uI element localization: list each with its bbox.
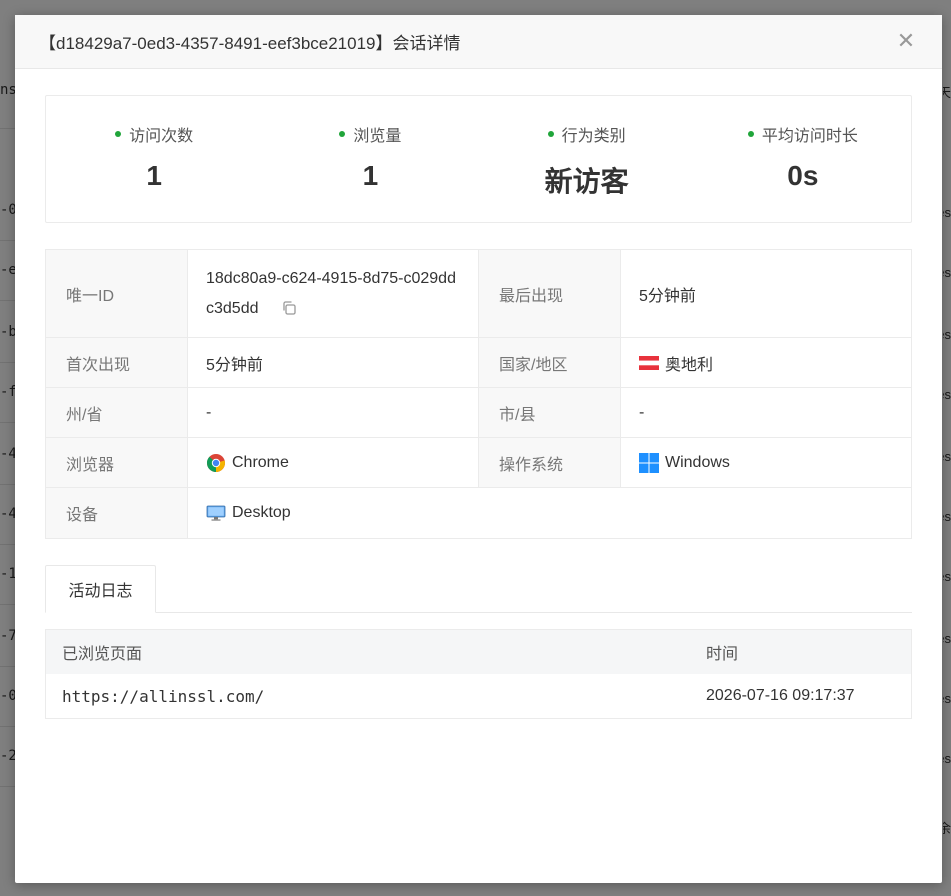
tab-activity-log[interactable]: 活动日志: [45, 565, 156, 613]
info-row: 唯一ID 18dc80a9-c624-4915-8d75-c029ddc3d5d…: [46, 250, 911, 338]
stat-visits: 访问次数 1: [46, 96, 262, 222]
info-row: 首次出现 5分钟前 国家/地区 奥地利: [46, 338, 911, 388]
state-label: 州/省: [46, 388, 188, 437]
header-time: 时间: [706, 646, 739, 663]
session-info-table: 唯一ID 18dc80a9-c624-4915-8d75-c029ddc3d5d…: [45, 249, 912, 539]
last-seen-value: 5分钟前: [639, 287, 696, 305]
info-row: 设备 Desktop: [46, 488, 911, 538]
device-label: 设备: [46, 488, 188, 538]
table-header: 已浏览页面 时间: [46, 630, 911, 674]
stat-label: 行为类别: [561, 128, 626, 145]
stat-value: 1: [146, 160, 162, 191]
info-row: 州/省 - 市/县 -: [46, 388, 911, 438]
info-row: 浏览器 Chrome 操作系统 Windows: [46, 438, 911, 488]
stat-behavior: 行为类别 新访客: [479, 96, 695, 222]
austria-flag-icon: [639, 355, 659, 370]
os-value-cell: Windows: [621, 438, 911, 487]
uid-value-cell: 18dc80a9-c624-4915-8d75-c029ddc3d5dd: [188, 250, 479, 337]
first-seen-label: 首次出现: [46, 338, 188, 387]
copy-icon[interactable]: [281, 300, 297, 316]
country-value-cell: 奥地利: [621, 338, 911, 387]
device-value-cell: Desktop: [188, 488, 911, 538]
green-dot-icon: [339, 131, 346, 137]
device-value: Desktop: [232, 504, 291, 521]
city-label: 市/县: [479, 388, 621, 437]
country-label: 国家/地区: [479, 338, 621, 387]
stat-value: 0s: [787, 160, 819, 191]
stat-value: 1: [362, 160, 379, 191]
stats-panel: 访问次数 1 浏览量 1 行为类别 新访客 平均访问时长 0s: [45, 95, 912, 223]
chrome-icon: [206, 453, 225, 472]
city-value: -: [639, 403, 645, 421]
green-dot-icon: [747, 131, 754, 137]
tab-bar: 活动日志: [45, 565, 912, 613]
green-dot-icon: [547, 131, 554, 137]
stat-pageviews: 浏览量 1: [262, 96, 478, 222]
state-value: -: [188, 388, 479, 437]
browser-label: 浏览器: [46, 438, 188, 487]
uid-label: 唯一ID: [46, 250, 188, 337]
log-time: 2026-07-16 09:17:37: [706, 687, 855, 704]
browser-value: Chrome: [232, 453, 289, 471]
stat-label: 访问次数: [129, 128, 194, 145]
header-page: 已浏览页面: [62, 646, 143, 663]
browser-value-cell: Chrome: [188, 438, 479, 487]
modal-header: 【d18429a7-0ed3-4357-8491-eef3bce21019】会话…: [15, 15, 942, 69]
last-seen-label: 最后出现: [479, 250, 621, 337]
close-icon[interactable]: ✕: [896, 30, 916, 52]
windows-icon: [639, 452, 659, 473]
log-page-url[interactable]: https://allinssl.com/: [46, 687, 690, 706]
modal-body: 访问次数 1 浏览量 1 行为类别 新访客 平均访问时长 0s 唯一ID 18d…: [15, 69, 942, 719]
uid-value: 18dc80a9-c624-4915-8d75-c029ddc3d5dd: [206, 269, 456, 317]
first-seen-value: 5分钟前: [188, 338, 479, 387]
desktop-monitor-icon: [206, 505, 226, 521]
country-value: 奥地利: [665, 356, 714, 374]
os-label: 操作系统: [479, 438, 621, 487]
table-row: https://allinssl.com/ 2026-07-16 09:17:3…: [46, 674, 911, 718]
stat-value: 新访客: [544, 166, 629, 197]
stat-avg-duration: 平均访问时长 0s: [695, 96, 911, 222]
stat-label: 浏览量: [353, 128, 402, 145]
stat-label: 平均访问时长: [761, 128, 858, 145]
modal-title: 【d18429a7-0ed3-4357-8491-eef3bce21019】会话…: [39, 34, 461, 53]
green-dot-icon: [115, 131, 122, 137]
session-detail-modal: 【d18429a7-0ed3-4357-8491-eef3bce21019】会话…: [15, 15, 942, 883]
activity-log-table: 已浏览页面 时间 https://allinssl.com/ 2026-07-1…: [45, 629, 912, 719]
os-value: Windows: [665, 453, 730, 471]
